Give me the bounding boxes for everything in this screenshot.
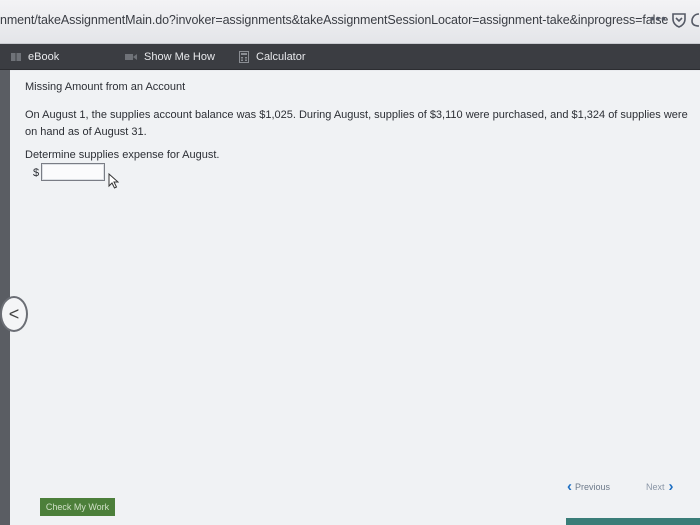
chevron-left-icon: ‹ bbox=[567, 478, 572, 495]
next-label: Next bbox=[646, 481, 665, 492]
collapse-arrow-button[interactable]: < bbox=[0, 296, 28, 332]
show-me-how-button[interactable]: Show Me How bbox=[124, 44, 215, 70]
chevron-left-icon: < bbox=[8, 304, 20, 324]
video-icon bbox=[125, 54, 137, 60]
calculator-button[interactable]: Calculator bbox=[238, 44, 306, 70]
url-text[interactable]: nment/takeAssignmentMain.do?invoker=assi… bbox=[0, 13, 668, 27]
bottom-status-bar bbox=[566, 518, 700, 525]
browser-address-bar: nment/takeAssignmentMain.do?invoker=assi… bbox=[0, 0, 700, 44]
problem-text: On August 1, the supplies account balanc… bbox=[25, 109, 688, 138]
calculator-icon bbox=[239, 51, 249, 63]
calculator-label: Calculator bbox=[256, 51, 306, 63]
more-options-icon[interactable]: ••• bbox=[650, 11, 667, 26]
ebook-button[interactable]: eBook bbox=[10, 44, 59, 70]
supplies-expense-input[interactable] bbox=[41, 163, 105, 181]
mouse-cursor-icon bbox=[108, 173, 119, 189]
currency-symbol: $ bbox=[33, 167, 40, 179]
ebook-label: eBook bbox=[28, 51, 60, 63]
question-text: Determine supplies expense for August. bbox=[25, 149, 220, 161]
next-button[interactable]: Next › bbox=[646, 478, 674, 495]
previous-label: Previous bbox=[575, 481, 611, 492]
pocket-icon[interactable] bbox=[672, 12, 686, 28]
chevron-right-icon: › bbox=[668, 478, 674, 495]
assignment-toolbar: eBook Show Me How Calculator bbox=[0, 44, 700, 70]
problem-panel: Missing Amount from an Account On August… bbox=[10, 71, 700, 525]
previous-button[interactable]: ‹ Previous bbox=[567, 478, 610, 495]
reader-view-icon[interactable] bbox=[691, 12, 700, 28]
book-icon bbox=[11, 53, 21, 61]
check-my-work-button[interactable]: Check My Work bbox=[40, 498, 115, 516]
problem-title: Missing Amount from an Account bbox=[25, 81, 186, 93]
show-me-how-label: Show Me How bbox=[144, 51, 215, 63]
